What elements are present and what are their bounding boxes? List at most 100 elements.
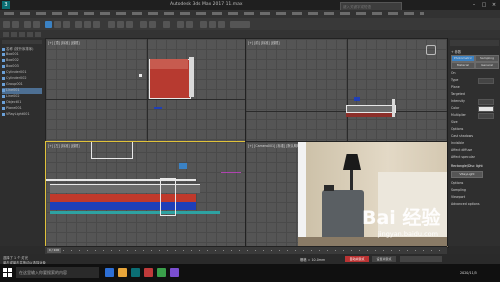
affect-diffuse-checkbox[interactable]: Affect diffuse bbox=[451, 148, 472, 152]
color-swatch[interactable] bbox=[478, 106, 494, 112]
close-icon[interactable]: × bbox=[490, 1, 498, 9]
bed-frame-object[interactable] bbox=[346, 105, 396, 113]
minimize-icon[interactable]: – bbox=[470, 1, 478, 9]
link-icon[interactable] bbox=[24, 20, 31, 28]
options-label: Options bbox=[451, 127, 464, 131]
tab-material[interactable]: Material bbox=[451, 62, 475, 69]
3dsmax-icon[interactable] bbox=[131, 268, 140, 277]
cast-shadows-checkbox[interactable]: Cast shadows bbox=[451, 134, 473, 138]
redo-icon[interactable] bbox=[12, 20, 19, 28]
maximize-icon[interactable]: □ bbox=[480, 1, 488, 9]
intensity-field[interactable] bbox=[478, 99, 494, 105]
viewcube-icon[interactable] bbox=[426, 45, 436, 55]
rollout-header[interactable]: Rectangle/Disc light bbox=[451, 164, 483, 168]
object-icon bbox=[2, 82, 5, 86]
viewport-top[interactable]: [+] [顶] [标准] [线框] bbox=[45, 38, 247, 143]
type-dropdown[interactable] bbox=[478, 78, 494, 84]
nightstand-object[interactable] bbox=[392, 99, 395, 117]
align-icon[interactable] bbox=[149, 20, 156, 28]
lamp-stem bbox=[350, 170, 353, 190]
clock: 2020/11/5 bbox=[460, 271, 477, 275]
tab-general[interactable]: General bbox=[475, 62, 499, 69]
undo-icon[interactable] bbox=[3, 20, 10, 28]
rollout-header[interactable]: Sampling bbox=[451, 188, 466, 192]
app-icon[interactable] bbox=[157, 268, 166, 277]
scene-explorer: 名称 (按升序排序) Box001 Box002 Box003 Cylinder… bbox=[0, 38, 46, 246]
scale-icon[interactable] bbox=[93, 20, 100, 28]
playback-controls[interactable] bbox=[400, 256, 442, 262]
command-panel: + 参数 Photometric Sampling Material Gener… bbox=[447, 38, 500, 246]
watermark-url: jingyan.baidu.com bbox=[378, 230, 438, 238]
ceiling-object[interactable] bbox=[91, 142, 133, 159]
set-key-button[interactable]: 设置关键点 bbox=[372, 256, 396, 262]
rollout-header[interactable]: Options bbox=[451, 181, 463, 185]
viewport-left[interactable]: [+] [左] [标准] [线框] bbox=[45, 141, 247, 248]
tab-sampling[interactable]: Sampling bbox=[475, 55, 499, 62]
time-slider[interactable]: 0 / 100 bbox=[47, 248, 61, 253]
invisible-checkbox[interactable]: Invisible bbox=[451, 141, 464, 145]
rollout-header[interactable]: + 参数 bbox=[451, 49, 461, 54]
vraylight-button[interactable]: VRayLight bbox=[451, 171, 483, 178]
snap-icon[interactable] bbox=[108, 20, 115, 28]
viewport-label[interactable]: [+] [左] [标准] [线框] bbox=[48, 143, 80, 148]
main-toolbar bbox=[0, 18, 500, 30]
object-icon bbox=[2, 58, 5, 62]
affect-specular-checkbox[interactable]: Affect specular bbox=[451, 155, 475, 159]
material-editor-icon[interactable] bbox=[200, 20, 207, 28]
ribbon-tab-icon[interactable] bbox=[19, 31, 25, 37]
axis-line bbox=[347, 39, 348, 142]
schematic-icon[interactable] bbox=[186, 20, 193, 28]
windows-start-icon[interactable] bbox=[3, 268, 12, 277]
baidu-watermark: Bai 经验 bbox=[362, 207, 441, 229]
render-icon[interactable] bbox=[218, 20, 225, 28]
viewport-front[interactable]: [+] [前] [标准] [线框] bbox=[245, 38, 449, 143]
pillow-object[interactable] bbox=[150, 59, 188, 69]
rollout-header[interactable]: Viewport bbox=[451, 195, 465, 199]
ribbon-tab-icon[interactable] bbox=[27, 31, 33, 37]
object-icon bbox=[2, 52, 5, 56]
light-object[interactable] bbox=[179, 163, 187, 169]
layer-icon[interactable] bbox=[163, 20, 170, 28]
browser-icon[interactable] bbox=[105, 268, 114, 277]
target-object[interactable] bbox=[139, 74, 142, 77]
viewport-dropdown[interactable] bbox=[230, 20, 250, 28]
render-setup-icon[interactable] bbox=[209, 20, 216, 28]
ribbon-tab-icon[interactable] bbox=[11, 31, 17, 37]
viewport-label[interactable]: [+] [顶] [标准] [线框] bbox=[48, 40, 80, 45]
viewport-label[interactable]: [+] [前] [标准] [线框] bbox=[248, 40, 280, 45]
app-icon[interactable] bbox=[144, 268, 153, 277]
move-icon[interactable] bbox=[75, 20, 82, 28]
door-frame bbox=[298, 142, 306, 247]
curve-editor-icon[interactable] bbox=[177, 20, 184, 28]
percent-snap-icon[interactable] bbox=[126, 20, 133, 28]
list-item[interactable]: VRayLight001 bbox=[2, 112, 30, 118]
light-object[interactable] bbox=[154, 107, 162, 109]
explorer-toolbar[interactable] bbox=[2, 40, 42, 44]
nightstand-object[interactable] bbox=[160, 178, 176, 216]
headboard-object[interactable] bbox=[189, 57, 194, 97]
rollout-header[interactable]: Advanced options bbox=[451, 202, 480, 206]
angle-snap-icon[interactable] bbox=[117, 20, 124, 28]
ribbon-tab-icon[interactable] bbox=[35, 31, 41, 37]
app-logo-icon[interactable]: 3 bbox=[2, 1, 10, 9]
rotate-icon[interactable] bbox=[84, 20, 91, 28]
tab-photometric[interactable]: Photometric bbox=[451, 55, 475, 62]
multiplier-field[interactable] bbox=[478, 113, 494, 119]
unlink-icon[interactable] bbox=[33, 20, 40, 28]
object-icon bbox=[2, 47, 5, 51]
region-select-icon[interactable] bbox=[63, 20, 70, 28]
select-by-name-icon[interactable] bbox=[54, 20, 61, 28]
object-icon bbox=[2, 100, 5, 104]
app-icon[interactable] bbox=[170, 268, 179, 277]
bed-frame-object[interactable] bbox=[50, 184, 200, 193]
menu-items[interactable] bbox=[4, 12, 424, 15]
mirror-icon[interactable] bbox=[140, 20, 147, 28]
select-icon[interactable] bbox=[45, 20, 52, 28]
taskbar-search[interactable]: 在这里输入你要搜索的内容 bbox=[16, 267, 99, 278]
light-object[interactable] bbox=[354, 97, 360, 101]
autokey-button[interactable]: 自动关键点 bbox=[345, 256, 369, 262]
ribbon-tab-icon[interactable] bbox=[3, 31, 9, 37]
command-tabs[interactable] bbox=[450, 40, 499, 46]
on-label: On bbox=[451, 71, 456, 75]
folder-icon[interactable] bbox=[118, 268, 127, 277]
